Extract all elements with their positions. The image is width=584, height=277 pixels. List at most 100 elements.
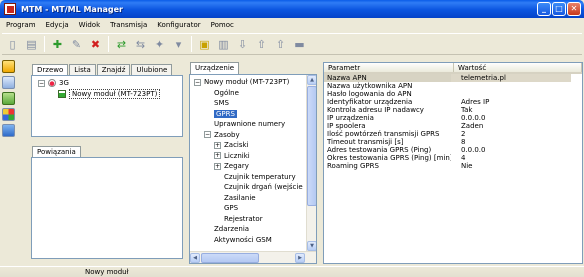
grid-row[interactable]: Kontrola adresu IP nadawcy Tak — [324, 106, 582, 114]
grid-row[interactable]: Ilość powtórzeń transmisji GPRS 2 — [324, 130, 582, 138]
vertical-scrollbar[interactable]: ▲ ▼ — [306, 75, 316, 251]
horizontal-scrollbar[interactable]: ◀ ▶ — [190, 251, 316, 263]
grid-row[interactable]: Hasło logowania do APN — [324, 90, 582, 98]
device-tree-item[interactable]: Aktywności GSM — [204, 236, 272, 244]
link-icon[interactable]: ⇆ — [132, 36, 149, 53]
relations-panel[interactable] — [31, 157, 183, 259]
expand-icon[interactable]: + — [214, 152, 221, 159]
tree-view-icon[interactable] — [1, 60, 15, 73]
grid-row[interactable]: Timeout transmisji [s] 8 — [324, 138, 582, 146]
expand-icon[interactable]: + — [214, 141, 221, 149]
add-module-icon[interactable]: ✚ — [49, 36, 66, 53]
grid-row[interactable]: Adres testowania GPRS (Ping) 0.0.0.0 — [324, 146, 582, 154]
device-tree-item[interactable]: + Zegary — [214, 162, 249, 170]
parameter-value[interactable]: Nie — [451, 162, 571, 170]
parameter-value[interactable]: 0.0.0.0 — [451, 114, 571, 122]
connect-icon[interactable]: ⇄ — [113, 36, 130, 53]
expand-icon[interactable]: + — [214, 162, 221, 170]
parameter-value[interactable]: 4 — [451, 154, 571, 162]
device-tree-item[interactable]: Czujnik drgań (wejście — [214, 183, 303, 191]
upload-all-icon[interactable]: ⇧ — [272, 36, 289, 53]
tree-node-label: 3G — [59, 79, 69, 87]
parameter-value[interactable] — [451, 82, 571, 90]
device-tree-item[interactable]: − Zasoby — [204, 131, 240, 139]
antenna-icon — [48, 79, 56, 87]
parameter-value[interactable]: Tak — [451, 106, 571, 114]
column-header-wartosc[interactable]: Wartość — [454, 63, 582, 72]
menu-edycja[interactable]: Edycja — [46, 21, 69, 29]
menu-widok[interactable]: Widok — [79, 21, 101, 29]
scroll-up-icon[interactable]: ▲ — [307, 75, 316, 85]
download-icon[interactable]: ⇩ — [234, 36, 251, 53]
object-tree[interactable]: − 3G Nowy moduł (MT-723PT) — [31, 75, 183, 137]
tree-node-label: Nowy moduł (MT-723PT) — [69, 89, 161, 99]
device-tree-item[interactable]: Ogólne — [204, 89, 239, 97]
grid-row[interactable]: Identyfikator urządzenia Adres IP — [324, 98, 582, 106]
tab-znajdz[interactable]: Znajdź — [96, 64, 131, 75]
device-tree-item[interactable]: GPS — [214, 204, 238, 212]
grid-row[interactable]: IP urządzenia 0.0.0.0 — [324, 114, 582, 122]
device-tree-label: Zaciski — [224, 141, 249, 149]
tree-node-module[interactable]: Nowy moduł (MT-723PT) — [58, 89, 161, 99]
device-tree-item[interactable]: Rejestrator — [214, 215, 263, 223]
tree-node-3g[interactable]: − 3G — [38, 79, 69, 87]
device-tree-item[interactable]: Czujnik temperatury — [214, 173, 296, 181]
scroll-right-icon[interactable]: ▶ — [295, 253, 305, 263]
device-icon[interactable] — [1, 76, 15, 89]
grid-row[interactable]: IP spoolera Żaden — [324, 122, 582, 130]
device-tree[interactable]: − Nowy moduł (MT-723PT) Ogólne SMS GPRS Upraw… — [189, 74, 317, 264]
parameter-value[interactable]: 2 — [451, 130, 571, 138]
device-tree-item[interactable]: + Zaciski — [214, 141, 249, 149]
tools-icon[interactable]: ✦ — [151, 36, 168, 53]
maximize-button[interactable]: □ — [552, 2, 566, 16]
device-tree-item[interactable]: Uprawnione numery — [204, 120, 285, 128]
app-icon — [4, 3, 16, 15]
collapse-icon[interactable]: − — [194, 78, 201, 86]
minus-icon[interactable]: ▬ — [291, 36, 308, 53]
parameter-value[interactable] — [451, 90, 571, 98]
parameter-value[interactable]: 8 — [451, 138, 571, 146]
parameter-name: Okres testowania GPRS (Ping) [min] — [327, 154, 451, 162]
device-tree-item[interactable]: − Nowy moduł (MT-723PT) — [194, 78, 289, 86]
parameter-value[interactable]: 0.0.0.0 — [451, 146, 571, 154]
grid-row[interactable]: Nazwa APN telemetria.pl — [324, 74, 582, 82]
modules-icon[interactable] — [1, 108, 15, 121]
dropdown-arrow-icon[interactable]: ▾ — [170, 36, 187, 53]
grid-row[interactable]: Okres testowania GPRS (Ping) [min] 4 — [324, 154, 582, 162]
column-header-parametr[interactable]: Parametr — [324, 63, 454, 72]
minimize-button[interactable]: _ — [537, 2, 551, 16]
scroll-thumb[interactable] — [201, 253, 259, 263]
parameter-value[interactable]: telemetria.pl — [451, 74, 571, 82]
new-icon[interactable]: ▯ — [4, 36, 21, 53]
scroll-thumb[interactable] — [307, 86, 316, 206]
menu-pomoc[interactable]: Pomoc — [211, 21, 234, 29]
menu-transmisja[interactable]: Transmisja — [110, 21, 147, 29]
device-tree-item[interactable]: Zdarzenia — [204, 225, 249, 233]
grid-row[interactable]: Nazwa użytkownika APN — [324, 82, 582, 90]
tab-urzadzenie[interactable]: Urządzenie — [190, 62, 240, 74]
scroll-down-icon[interactable]: ▼ — [307, 241, 316, 251]
print-icon[interactable]: ▥ — [215, 36, 232, 53]
edit-icon[interactable]: ✎ — [68, 36, 85, 53]
save-icon[interactable]: ▤ — [23, 36, 40, 53]
close-button[interactable]: ✕ — [567, 2, 581, 16]
device-tree-item[interactable]: SMS — [204, 99, 229, 107]
menu-program[interactable]: Program — [6, 21, 36, 29]
collapse-icon[interactable]: − — [38, 79, 45, 87]
grid-row[interactable]: Roaming GPRS Nie — [324, 162, 582, 170]
tab-ulubione[interactable]: Ulubione — [131, 64, 173, 75]
tab-lista[interactable]: Lista — [69, 64, 96, 75]
delete-icon[interactable]: ✖ — [87, 36, 104, 53]
parameter-value[interactable]: Żaden — [451, 122, 571, 130]
menu-konfigurator[interactable]: Konfigurator — [157, 21, 200, 29]
parameter-value[interactable]: Adres IP — [451, 98, 571, 106]
gps-icon[interactable] — [1, 92, 15, 105]
device-tree-item[interactable]: + Liczniki — [214, 152, 250, 160]
device-tree-item[interactable]: Zasilanie — [214, 194, 256, 202]
scroll-left-icon[interactable]: ◀ — [190, 253, 200, 263]
network-icon[interactable] — [1, 124, 15, 137]
folder-icon[interactable]: ▣ — [196, 36, 213, 53]
upload-icon[interactable]: ⇧ — [253, 36, 270, 53]
collapse-icon[interactable]: − — [204, 131, 211, 138]
device-tree-item[interactable]: GPRS — [204, 109, 237, 118]
